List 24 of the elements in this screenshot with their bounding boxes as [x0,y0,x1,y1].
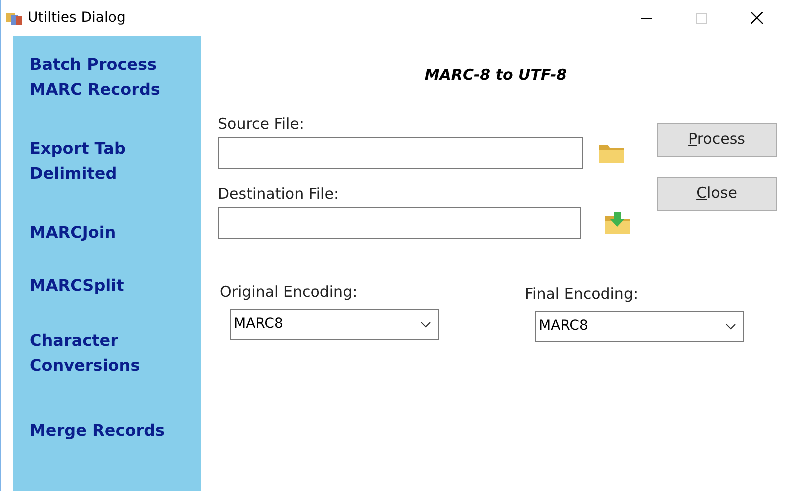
window-title: Utilties Dialog [28,8,126,28]
destination-file-field[interactable] [218,206,581,238]
sidebar-link[interactable]: MARCJoin [30,220,180,245]
sidebar-link[interactable]: Merge Records [30,418,180,443]
source-file-field[interactable] [218,136,583,168]
close-icon [750,12,762,24]
field-label: Final Encoding: [525,284,640,304]
maximize-icon [696,12,707,24]
chevron-icon [421,322,431,328]
folder-arrow-icon[interactable] [604,210,631,234]
app-icon [6,10,23,26]
field-label: Destination File: [218,184,340,202]
field-label: Source File: [218,114,306,132]
chevron-icon [726,324,736,330]
final-encoding-dropdown[interactable]: MARC8 [535,311,744,342]
dialog-heading: MARC-8 to UTF-8 [424,65,568,86]
sidebar-link[interactable]: Export Tab Delimited [30,136,180,186]
field-label: Original Encoding: [220,282,359,302]
dialog-button[interactable]: Process [657,122,777,156]
sidebar-link[interactable]: MARCSplit [30,273,180,298]
dialog-button[interactable]: Close [657,176,777,210]
original-encoding-dropdown[interactable]: MARC8 [230,309,439,340]
sidebar-link[interactable]: Batch Process MARC Records [30,52,180,102]
sidebar-link[interactable]: Character Conversions [30,328,180,378]
